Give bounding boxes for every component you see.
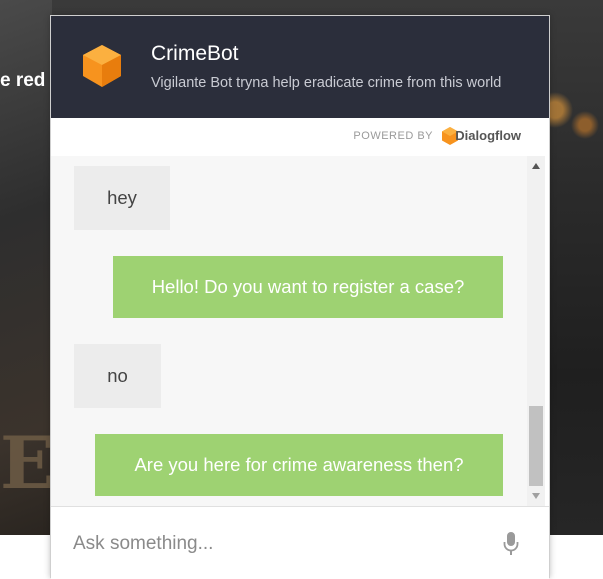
orange-cube-icon — [83, 45, 121, 87]
bot-message: Are you here for crime awareness then? — [95, 434, 503, 496]
user-message: hey — [74, 166, 170, 230]
chat-widget: CrimeBot Vigilante Bot tryna help eradic… — [50, 15, 550, 579]
scroll-thumb[interactable] — [529, 406, 543, 486]
chat-header: CrimeBot Vigilante Bot tryna help eradic… — [51, 16, 549, 118]
scroll-down-arrow[interactable] — [527, 488, 545, 504]
user-message: no — [74, 344, 161, 408]
dialogflow-brand: Dialogflow — [455, 128, 521, 143]
input-bar — [51, 506, 549, 579]
powered-by-label: POWERED BY — [353, 130, 433, 142]
message-scrollbar[interactable] — [527, 156, 545, 506]
message-list: hey Hello! Do you want to register a cas… — [51, 156, 527, 506]
background-partial-letters: E — [0, 420, 55, 505]
bot-title: CrimeBot — [151, 42, 239, 65]
bot-subtitle: Vigilante Bot tryna help eradicate crime… — [151, 75, 502, 91]
microphone-icon[interactable] — [503, 531, 519, 557]
background-partial-text: e red — [0, 70, 46, 91]
powered-by-bar: POWERED BY Dialogflow — [51, 118, 549, 156]
message-input[interactable] — [71, 527, 495, 561]
scroll-up-arrow[interactable] — [527, 158, 545, 174]
bot-message: Hello! Do you want to register a case? — [113, 256, 503, 318]
